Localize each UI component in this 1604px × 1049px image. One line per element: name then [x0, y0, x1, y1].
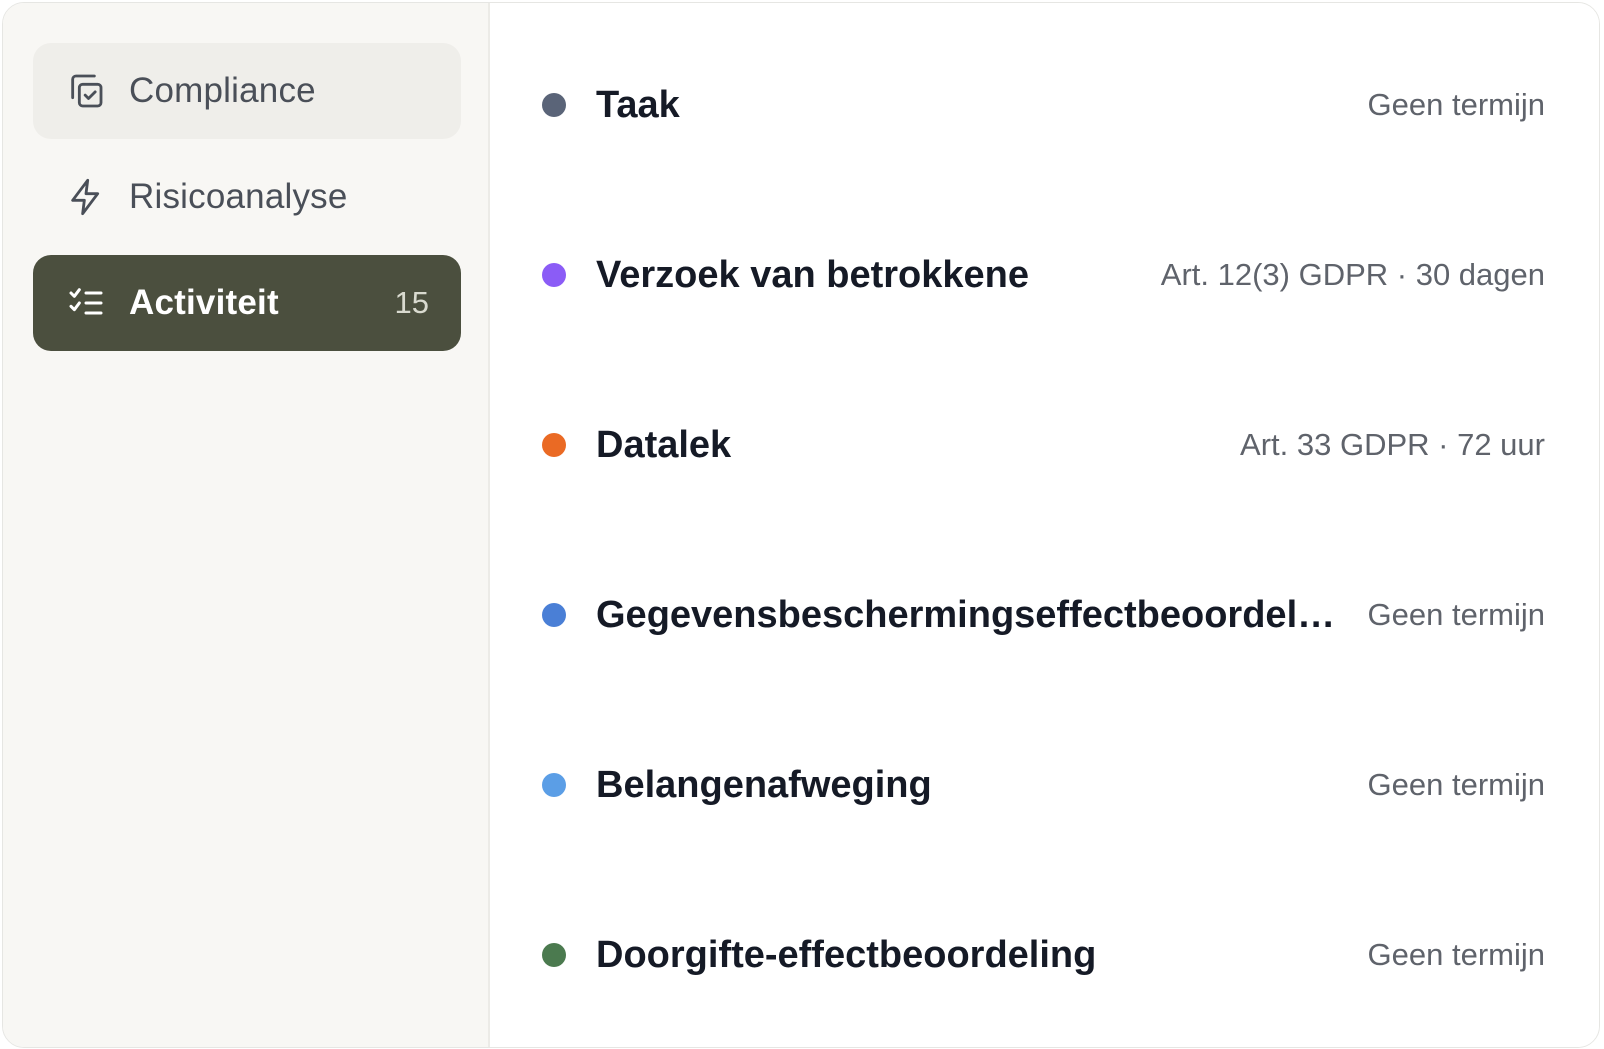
sidebar: Compliance Risicoanalyse Activiteit 15	[3, 3, 490, 1047]
list-item-deadline: Geen termijn	[1367, 597, 1545, 632]
list-item-title: Datalek	[596, 423, 732, 466]
list-item[interactable]: Verzoek van betrokkene Art. 12(3) GDPR ·…	[542, 245, 1545, 305]
list-item-deadline: Art. 33 GDPR · 72 uur	[1240, 427, 1545, 462]
checklist-copy-icon	[65, 70, 107, 112]
status-dot	[542, 603, 566, 627]
list-item[interactable]: Belangenafweging Geen termijn	[542, 755, 1545, 815]
status-dot	[542, 263, 566, 287]
sidebar-item-label: Compliance	[129, 71, 316, 110]
status-dot	[542, 773, 566, 797]
list-item-title: Taak	[596, 83, 680, 126]
list-item-title: Doorgifte-effectbeoordeling	[596, 933, 1097, 976]
app-window: Compliance Risicoanalyse Activiteit 15 T…	[2, 2, 1600, 1048]
list-item-title: Gegevensbeschermingseffectbeoordeling	[596, 593, 1355, 636]
list-item-deadline: Art. 12(3) GDPR · 30 dagen	[1160, 257, 1545, 292]
list-item[interactable]: Doorgifte-effectbeoordeling Geen termijn	[542, 925, 1545, 985]
activity-type-list: Taak Geen termijn Verzoek van betrokkene…	[490, 3, 1599, 1047]
sidebar-item-label: Risicoanalyse	[129, 177, 348, 216]
list-item-deadline: Geen termijn	[1367, 767, 1545, 802]
status-dot	[542, 943, 566, 967]
list-item-deadline: Geen termijn	[1367, 937, 1545, 972]
list-item[interactable]: Taak Geen termijn	[542, 75, 1545, 135]
status-dot	[542, 433, 566, 457]
sidebar-item-risicoanalyse[interactable]: Risicoanalyse	[33, 149, 461, 245]
lightning-icon	[65, 176, 107, 218]
sidebar-item-activiteit[interactable]: Activiteit 15	[33, 255, 461, 351]
count-badge: 15	[394, 285, 429, 320]
list-item[interactable]: Datalek Art. 33 GDPR · 72 uur	[542, 415, 1545, 475]
status-dot	[542, 93, 566, 117]
list-item-title: Belangenafweging	[596, 763, 932, 806]
list-item-title: Verzoek van betrokkene	[596, 253, 1029, 296]
list-check-icon	[65, 282, 107, 324]
sidebar-item-compliance[interactable]: Compliance	[33, 43, 461, 139]
list-item[interactable]: Gegevensbeschermingseffectbeoordeling Ge…	[542, 585, 1545, 645]
list-item-deadline: Geen termijn	[1367, 87, 1545, 122]
sidebar-item-label: Activiteit	[129, 283, 279, 322]
